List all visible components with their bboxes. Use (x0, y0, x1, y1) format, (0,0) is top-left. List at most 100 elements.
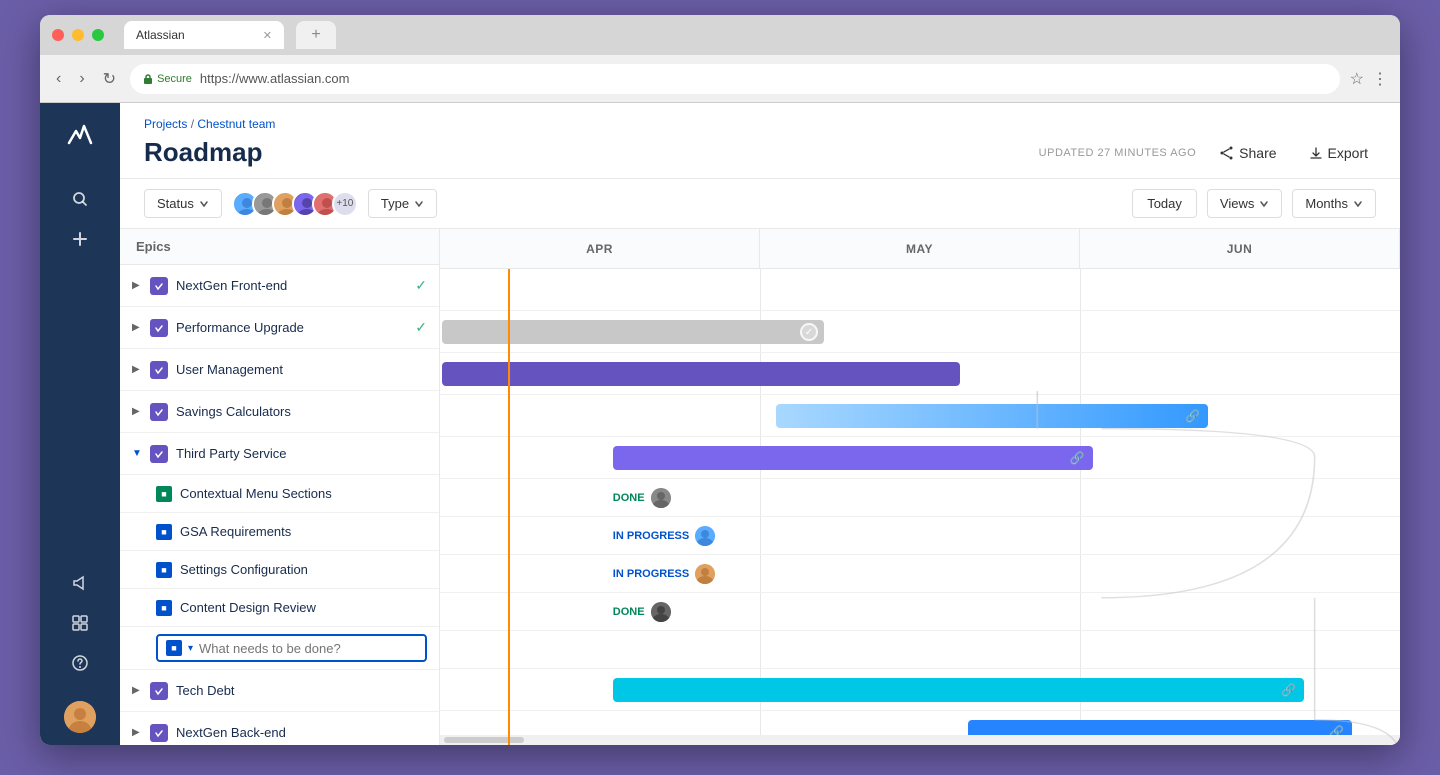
epic-row-tech-debt[interactable]: ▶ Tech Debt (120, 670, 439, 712)
roadmap-container: Epics ▶ NextGen Front-end ✓ ▶ (120, 229, 1400, 745)
third-bar: 🔗 (613, 446, 1093, 470)
bookmark-icon[interactable]: ☆ (1350, 69, 1364, 89)
new-item-input[interactable] (199, 641, 417, 656)
sub-name-settings: Settings Configuration (180, 562, 308, 577)
epic-row-third-party[interactable]: ▼ Third Party Service (120, 433, 439, 475)
breadcrumb: Projects / Chestnut team (144, 117, 1376, 131)
epics-panel: Epics ▶ NextGen Front-end ✓ ▶ (120, 229, 440, 745)
epic-icon-savings (150, 403, 168, 421)
epic-row-performance[interactable]: ▶ Performance Upgrade ✓ (120, 307, 439, 349)
grid-icon[interactable] (62, 605, 98, 641)
timeline-rows: ✓ 🔗 (440, 269, 1400, 745)
timeline-row-settings: IN PROGRESS (440, 555, 1400, 593)
horizontal-scrollbar[interactable] (440, 735, 1400, 745)
epic-name-third: Third Party Service (176, 446, 427, 461)
sub-name-content: Content Design Review (180, 600, 316, 615)
dropdown-arrow[interactable]: ▾ (188, 643, 193, 654)
epic-name-nextgen: NextGen Front-end (176, 278, 415, 293)
epic-name-backend: NextGen Back-end (176, 725, 427, 740)
epics-header: Epics (120, 229, 439, 265)
perf-check: ✓ (800, 323, 818, 341)
contextual-status: DONE (613, 488, 671, 508)
close-button[interactable] (52, 29, 64, 41)
timeline-row-third: 🔗 (440, 437, 1400, 479)
team-link[interactable]: Chestnut team (197, 117, 275, 131)
back-button[interactable]: ‹ (52, 66, 65, 92)
epic-icon-backend (150, 724, 168, 742)
epic-icon-user (150, 361, 168, 379)
tab-close-icon[interactable]: ✕ (263, 29, 272, 42)
sub-name-gsa: GSA Requirements (180, 524, 291, 539)
sub-item-content[interactable]: ■ Content Design Review (120, 589, 439, 627)
megaphone-icon[interactable] (62, 565, 98, 601)
epic-icon-tech (150, 682, 168, 700)
content-review-status: DONE (613, 602, 671, 622)
type-filter[interactable]: Type (368, 189, 437, 218)
epic-name-savings: Savings Calculators (176, 404, 427, 419)
status-filter[interactable]: Status (144, 189, 222, 218)
views-button[interactable]: Views (1207, 189, 1282, 218)
month-jun: JUN (1080, 229, 1400, 268)
sub-item-gsa[interactable]: ■ GSA Requirements (120, 513, 439, 551)
expand-icon-third[interactable]: ▼ (132, 448, 146, 459)
forward-button[interactable]: › (75, 66, 88, 92)
reload-button[interactable]: ↻ (99, 65, 120, 93)
today-button[interactable]: Today (1132, 189, 1197, 218)
url-box[interactable]: Secure https://www.atlassian.com (130, 64, 1340, 94)
sub-item-contextual[interactable]: ■ Contextual Menu Sections (120, 475, 439, 513)
timeline-row-nextgen (440, 269, 1400, 311)
expand-icon-user[interactable]: ▶ (132, 364, 146, 375)
maximize-button[interactable] (92, 29, 104, 41)
share-button[interactable]: Share (1212, 141, 1284, 165)
search-icon[interactable] (62, 181, 98, 217)
sub-name-contextual: Contextual Menu Sections (180, 486, 332, 501)
timeline-row-content-review: DONE (440, 593, 1400, 631)
sub-icon-content: ■ (156, 600, 172, 616)
epic-name-perf: Performance Upgrade (176, 320, 415, 335)
user-bar (442, 362, 960, 386)
expand-icon-savings[interactable]: ▶ (132, 406, 146, 417)
minimize-button[interactable] (72, 29, 84, 41)
epic-icon-perf (150, 319, 168, 337)
expand-icon-backend[interactable]: ▶ (132, 727, 146, 738)
months-button[interactable]: Months (1292, 189, 1376, 218)
today-line (508, 269, 510, 745)
epic-row-nextgen-backend[interactable]: ▶ NextGen Back-end (120, 712, 439, 745)
timeline-panel: APR MAY JUN (440, 229, 1400, 745)
input-box[interactable]: ■ ▾ (156, 634, 427, 662)
export-label: Export (1328, 145, 1368, 161)
help-icon[interactable] (62, 645, 98, 681)
check-icon-perf: ✓ (415, 319, 427, 336)
expand-icon[interactable]: ▶ (132, 280, 146, 291)
timeline-row-tech-debt: 🔗 (440, 669, 1400, 711)
menu-icon[interactable]: ⋮ (1372, 69, 1388, 89)
settings-avatar (695, 564, 715, 584)
contextual-avatar (651, 488, 671, 508)
savings-bar: 🔗 (776, 404, 1208, 428)
avatar-count: +10 (332, 191, 358, 217)
toolbar: Status (120, 179, 1400, 229)
main-content: Projects / Chestnut team Roadmap UPDATED… (120, 103, 1400, 745)
check-icon-nextgen: ✓ (415, 277, 427, 294)
new-tab-button[interactable]: + (296, 21, 336, 49)
epic-row-nextgen-frontend[interactable]: ▶ NextGen Front-end ✓ (120, 265, 439, 307)
expand-icon-perf[interactable]: ▶ (132, 322, 146, 333)
sidebar (40, 103, 120, 745)
export-button[interactable]: Export (1301, 141, 1376, 165)
month-apr: APR (440, 229, 760, 268)
projects-link[interactable]: Projects (144, 117, 187, 131)
scrollbar-thumb[interactable] (444, 737, 524, 743)
epic-row-user-mgmt[interactable]: ▶ User Management (120, 349, 439, 391)
address-actions: ☆ ⋮ (1350, 69, 1388, 89)
sub-icon-settings: ■ (156, 562, 172, 578)
browser-tab[interactable]: Atlassian ✕ (124, 21, 284, 49)
timeline-row-gsa: IN PROGRESS (440, 517, 1400, 555)
add-icon[interactable] (62, 221, 98, 257)
gsa-status: IN PROGRESS (613, 526, 715, 546)
user-avatar[interactable] (64, 701, 96, 733)
epic-row-savings[interactable]: ▶ Savings Calculators (120, 391, 439, 433)
expand-icon-tech[interactable]: ▶ (132, 685, 146, 696)
sub-item-settings[interactable]: ■ Settings Configuration (120, 551, 439, 589)
page-title: Roadmap (144, 137, 262, 168)
url-text: https://www.atlassian.com (200, 71, 350, 86)
